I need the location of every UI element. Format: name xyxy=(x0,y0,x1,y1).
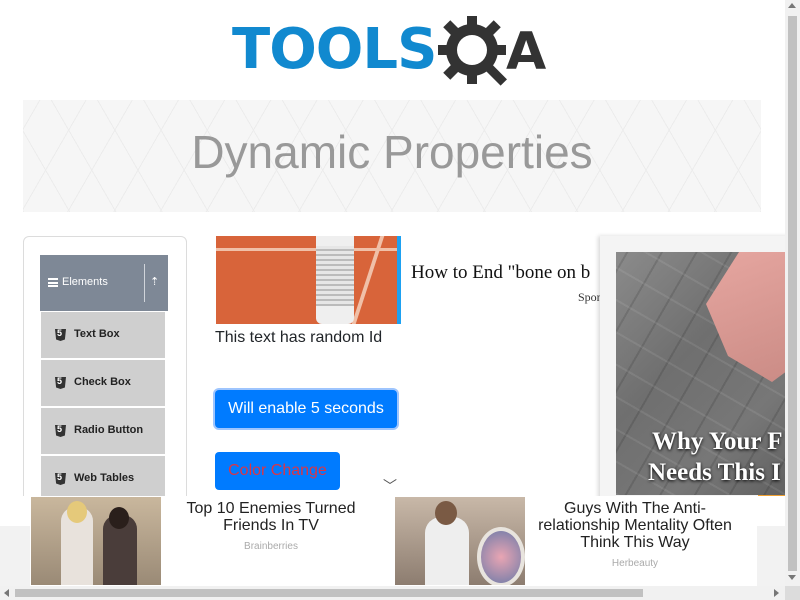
html5-icon xyxy=(55,377,66,389)
toolsqa-logo[interactable]: TOOLS A xyxy=(232,14,562,94)
sidebar: Elements ⇡ Text Box Check Box Radio Butt… xyxy=(23,236,187,538)
ad-card-title[interactable]: Top 10 Enemies Turned Friends In TV xyxy=(181,500,361,534)
bottom-ad-strip: Top 10 Enemies Turned Friends In TV Brai… xyxy=(0,496,785,586)
video-ad-caption-line1: Why Your F xyxy=(652,428,783,455)
sidebar-item-label: Text Box xyxy=(74,328,120,340)
sidebar-group-label: Elements xyxy=(62,276,108,288)
chevron-down-icon[interactable]: ﹀ xyxy=(383,476,397,496)
sidebar-item-label: Radio Button xyxy=(74,424,144,436)
vertical-scrollbar[interactable] xyxy=(785,0,800,586)
scroll-right-icon[interactable] xyxy=(774,589,779,597)
ad-card-source: Brainberries xyxy=(244,541,298,552)
ad-card-source: Herbeauty xyxy=(611,558,659,569)
sidebar-item-radio-button[interactable]: Radio Button xyxy=(41,408,165,454)
scroll-up-icon[interactable] xyxy=(788,3,796,8)
sidebar-item-text-box[interactable]: Text Box xyxy=(41,312,165,358)
horizontal-scrollbar[interactable] xyxy=(0,586,785,600)
enable-after-button[interactable]: Will enable 5 seconds xyxy=(215,390,397,428)
ad-card-image[interactable] xyxy=(31,497,161,585)
scrollbar-thumb[interactable] xyxy=(788,16,797,571)
logo-a-text: A xyxy=(506,22,547,82)
sidebar-item-label: Web Tables xyxy=(74,472,135,484)
menu-icon xyxy=(48,278,58,287)
logo-tools-text: TOOLS xyxy=(232,17,437,82)
divider xyxy=(144,264,145,302)
sidebar-group-elements[interactable]: Elements ⇡ xyxy=(40,255,168,311)
sidebar-item-check-box[interactable]: Check Box xyxy=(41,360,165,406)
color-change-button[interactable]: Color Change xyxy=(215,452,340,490)
scrollbar-corner xyxy=(785,586,800,600)
ad-headline[interactable]: How to End "bone on b xyxy=(411,262,590,284)
scroll-down-icon[interactable] xyxy=(788,575,796,580)
video-ad[interactable]: Why Your F Needs This I xyxy=(616,252,800,495)
page-banner: Dynamic Properties xyxy=(23,100,761,212)
ad-image-knee-brace[interactable] xyxy=(216,236,401,324)
ad-card-title[interactable]: Guys With The Anti-relationship Mentalit… xyxy=(530,500,740,551)
collapse-arrow-icon[interactable]: ⇡ xyxy=(150,275,159,288)
html5-icon xyxy=(55,329,66,341)
video-ad-caption: Why Your F Needs This I xyxy=(616,426,800,488)
page-title: Dynamic Properties xyxy=(191,126,593,178)
scrollbar-thumb[interactable] xyxy=(15,589,643,597)
video-ad-caption-line2: Needs This I xyxy=(648,459,781,486)
random-id-text: This text has random Id xyxy=(215,329,383,346)
scroll-left-icon[interactable] xyxy=(4,589,9,597)
html5-icon xyxy=(55,473,66,485)
html5-icon xyxy=(55,425,66,437)
ad-card-image[interactable] xyxy=(395,497,525,585)
gear-magnifier-icon xyxy=(438,16,507,86)
ad-sponsor: Spon xyxy=(578,290,603,304)
sidebar-item-label: Check Box xyxy=(74,376,131,388)
